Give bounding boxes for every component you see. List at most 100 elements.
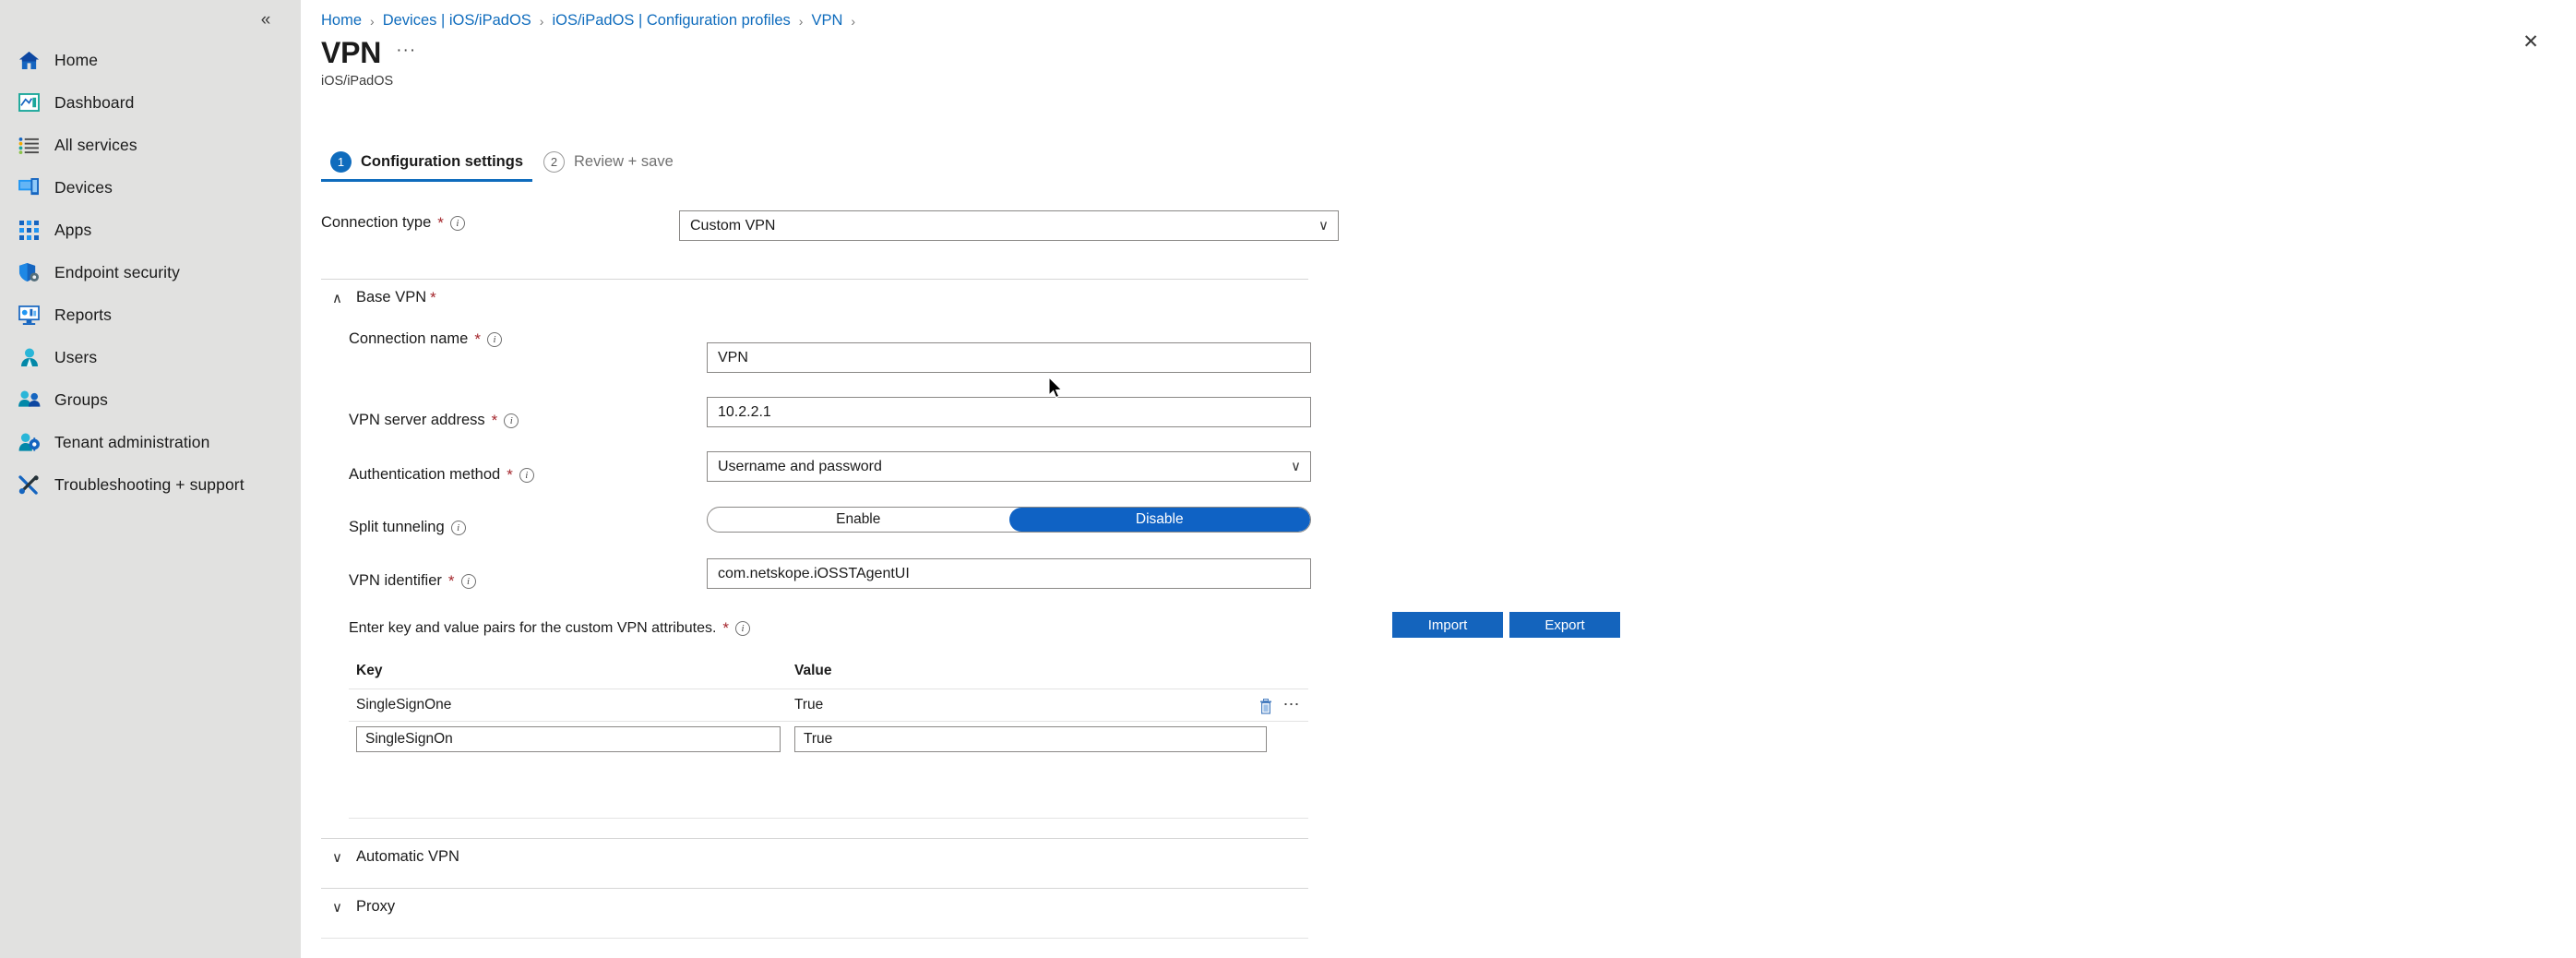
chevron-down-icon: ∨	[332, 899, 342, 916]
split-tunneling-enable-option[interactable]: Enable	[708, 508, 1009, 532]
split-tunneling-disable-option[interactable]: Disable	[1008, 508, 1310, 532]
info-icon[interactable]: i	[449, 215, 465, 231]
groups-icon	[17, 389, 42, 411]
vpn-identifier-input[interactable]	[707, 558, 1311, 589]
delete-icon[interactable]	[1259, 698, 1272, 714]
chevron-down-icon: ∨	[1291, 459, 1301, 474]
sidebar-item-label: Devices	[54, 177, 113, 197]
required-asterisk: *	[722, 619, 730, 637]
tab-label: Review + save	[574, 153, 674, 170]
sidebar-item-devices[interactable]: Devices	[0, 166, 301, 209]
info-icon[interactable]: i	[504, 413, 519, 428]
sidebar-item-all-services[interactable]: All services	[0, 124, 301, 166]
page-title: VPN	[321, 36, 382, 69]
edit-key-input[interactable]	[356, 726, 781, 752]
vpn-server-address-label: VPN server address * i	[349, 412, 547, 429]
breadcrumb-separator: ›	[370, 13, 375, 29]
split-tunneling-label: Split tunneling i	[349, 519, 547, 536]
table-header-row: Key Value	[349, 657, 1308, 689]
sidebar-item-label: Tenant administration	[54, 432, 210, 451]
sidebar-item-label: Apps	[54, 220, 92, 239]
section-proxy-header[interactable]: ∨ Proxy	[321, 888, 1308, 925]
breadcrumb-item-configuration-profiles[interactable]: iOS/iPadOS | Configuration profiles	[552, 12, 790, 30]
page-subtitle: iOS/iPadOS	[321, 74, 394, 89]
sidebar-item-tenant-administration[interactable]: Tenant administration	[0, 421, 301, 463]
vpn-server-address-row: VPN server address * i	[349, 412, 547, 429]
sidebar-item-label: All services	[54, 135, 137, 154]
authentication-method-label-text: Authentication method	[349, 466, 501, 483]
tab-step-number: 2	[543, 151, 565, 173]
vpn-identifier-row: VPN identifier * i	[349, 572, 547, 590]
left-sidebar: « Home Dashboard All services Devices Ap…	[0, 0, 301, 958]
custom-attributes-note: Enter key and value pairs for the custom…	[349, 619, 751, 637]
reports-icon	[17, 305, 42, 326]
required-asterisk: *	[447, 571, 455, 590]
connection-type-value: Custom VPN	[690, 217, 776, 234]
edit-value-input[interactable]	[794, 726, 1267, 752]
sidebar-item-label: Groups	[54, 389, 108, 409]
column-header-value: Value	[794, 663, 832, 678]
connection-type-dropdown[interactable]: Custom VPN ∨	[679, 210, 1339, 241]
breadcrumb-item-devices[interactable]: Devices | iOS/iPadOS	[383, 12, 531, 30]
tab-review-save[interactable]: 2 Review + save	[534, 146, 685, 182]
vpn-server-address-input[interactable]	[707, 397, 1311, 427]
section-title: Automatic VPN	[356, 848, 459, 865]
section-title: Base VPN	[356, 289, 427, 305]
info-icon[interactable]: i	[450, 520, 466, 535]
section-automatic-vpn-header[interactable]: ∨ Automatic VPN	[321, 838, 1308, 875]
sidebar-item-endpoint-security[interactable]: Endpoint security	[0, 251, 301, 293]
connection-name-input[interactable]	[707, 342, 1311, 373]
sidebar-item-users[interactable]: Users	[0, 336, 301, 378]
authentication-method-value: Username and password	[718, 458, 882, 474]
more-options-icon[interactable]: ···	[396, 42, 416, 59]
endpoint-security-icon	[17, 262, 42, 283]
breadcrumb-separator: ›	[539, 13, 544, 29]
close-icon[interactable]: ✕	[2517, 28, 2545, 55]
info-icon[interactable]: i	[519, 467, 534, 483]
required-asterisk: *	[437, 213, 444, 232]
vpn-identifier-label: VPN identifier * i	[349, 572, 547, 590]
table-cell-key: SingleSignOne	[356, 697, 452, 713]
vpn-server-address-label-text: VPN server address	[349, 412, 485, 428]
devices-icon	[17, 177, 42, 198]
all-services-icon	[17, 135, 42, 156]
info-icon[interactable]: i	[735, 621, 751, 636]
collapse-sidebar-icon[interactable]: «	[253, 7, 279, 31]
authentication-method-dropdown[interactable]: Username and password ∨	[707, 451, 1311, 482]
breadcrumb-item-vpn[interactable]: VPN	[811, 12, 842, 30]
import-button[interactable]: Import	[1392, 612, 1503, 638]
chevron-up-icon: ∧	[332, 290, 342, 306]
info-icon[interactable]: i	[460, 573, 476, 589]
tab-configuration-settings[interactable]: 1 Configuration settings	[321, 146, 534, 182]
sidebar-item-reports[interactable]: Reports	[0, 293, 301, 336]
sidebar-item-home[interactable]: Home	[0, 39, 301, 81]
section-base-vpn-header[interactable]: ∧ Base VPN *	[321, 279, 1308, 316]
connection-name-label-text: Connection name	[349, 330, 469, 347]
sidebar-collapse-row: «	[0, 0, 301, 35]
sidebar-item-apps[interactable]: Apps	[0, 209, 301, 251]
sidebar-item-label: Endpoint security	[54, 262, 180, 281]
row-more-options-icon[interactable]: ⋯	[1283, 696, 1302, 713]
info-icon[interactable]: i	[486, 331, 502, 347]
required-asterisk: *	[474, 329, 481, 348]
split-tunneling-row: Split tunneling i	[349, 519, 547, 536]
tab-step-number: 1	[330, 151, 352, 173]
users-icon	[17, 347, 42, 368]
table-cell-value: True	[794, 697, 824, 713]
tab-label: Configuration settings	[361, 153, 523, 170]
section-title: Proxy	[356, 898, 396, 915]
sidebar-item-label: Home	[54, 50, 99, 69]
export-button[interactable]: Export	[1509, 612, 1620, 638]
sidebar-nav-list: Home Dashboard All services Devices Apps…	[0, 35, 301, 506]
sidebar-item-dashboard[interactable]: Dashboard	[0, 81, 301, 124]
sidebar-item-troubleshooting-support[interactable]: Troubleshooting + support	[0, 463, 301, 506]
chevron-down-icon: ∨	[1318, 218, 1329, 234]
connection-name-row: Connection name * i	[349, 330, 547, 348]
sidebar-item-groups[interactable]: Groups	[0, 378, 301, 421]
chevron-down-icon: ∨	[332, 849, 342, 866]
connection-type-label-text: Connection type	[321, 214, 432, 231]
split-tunneling-toggle[interactable]: Enable Disable	[707, 507, 1311, 533]
table-row[interactable]: SingleSignOne True ⋯	[349, 689, 1308, 722]
breadcrumb-item-home[interactable]: Home	[321, 12, 362, 30]
sidebar-item-label: Dashboard	[54, 92, 135, 112]
